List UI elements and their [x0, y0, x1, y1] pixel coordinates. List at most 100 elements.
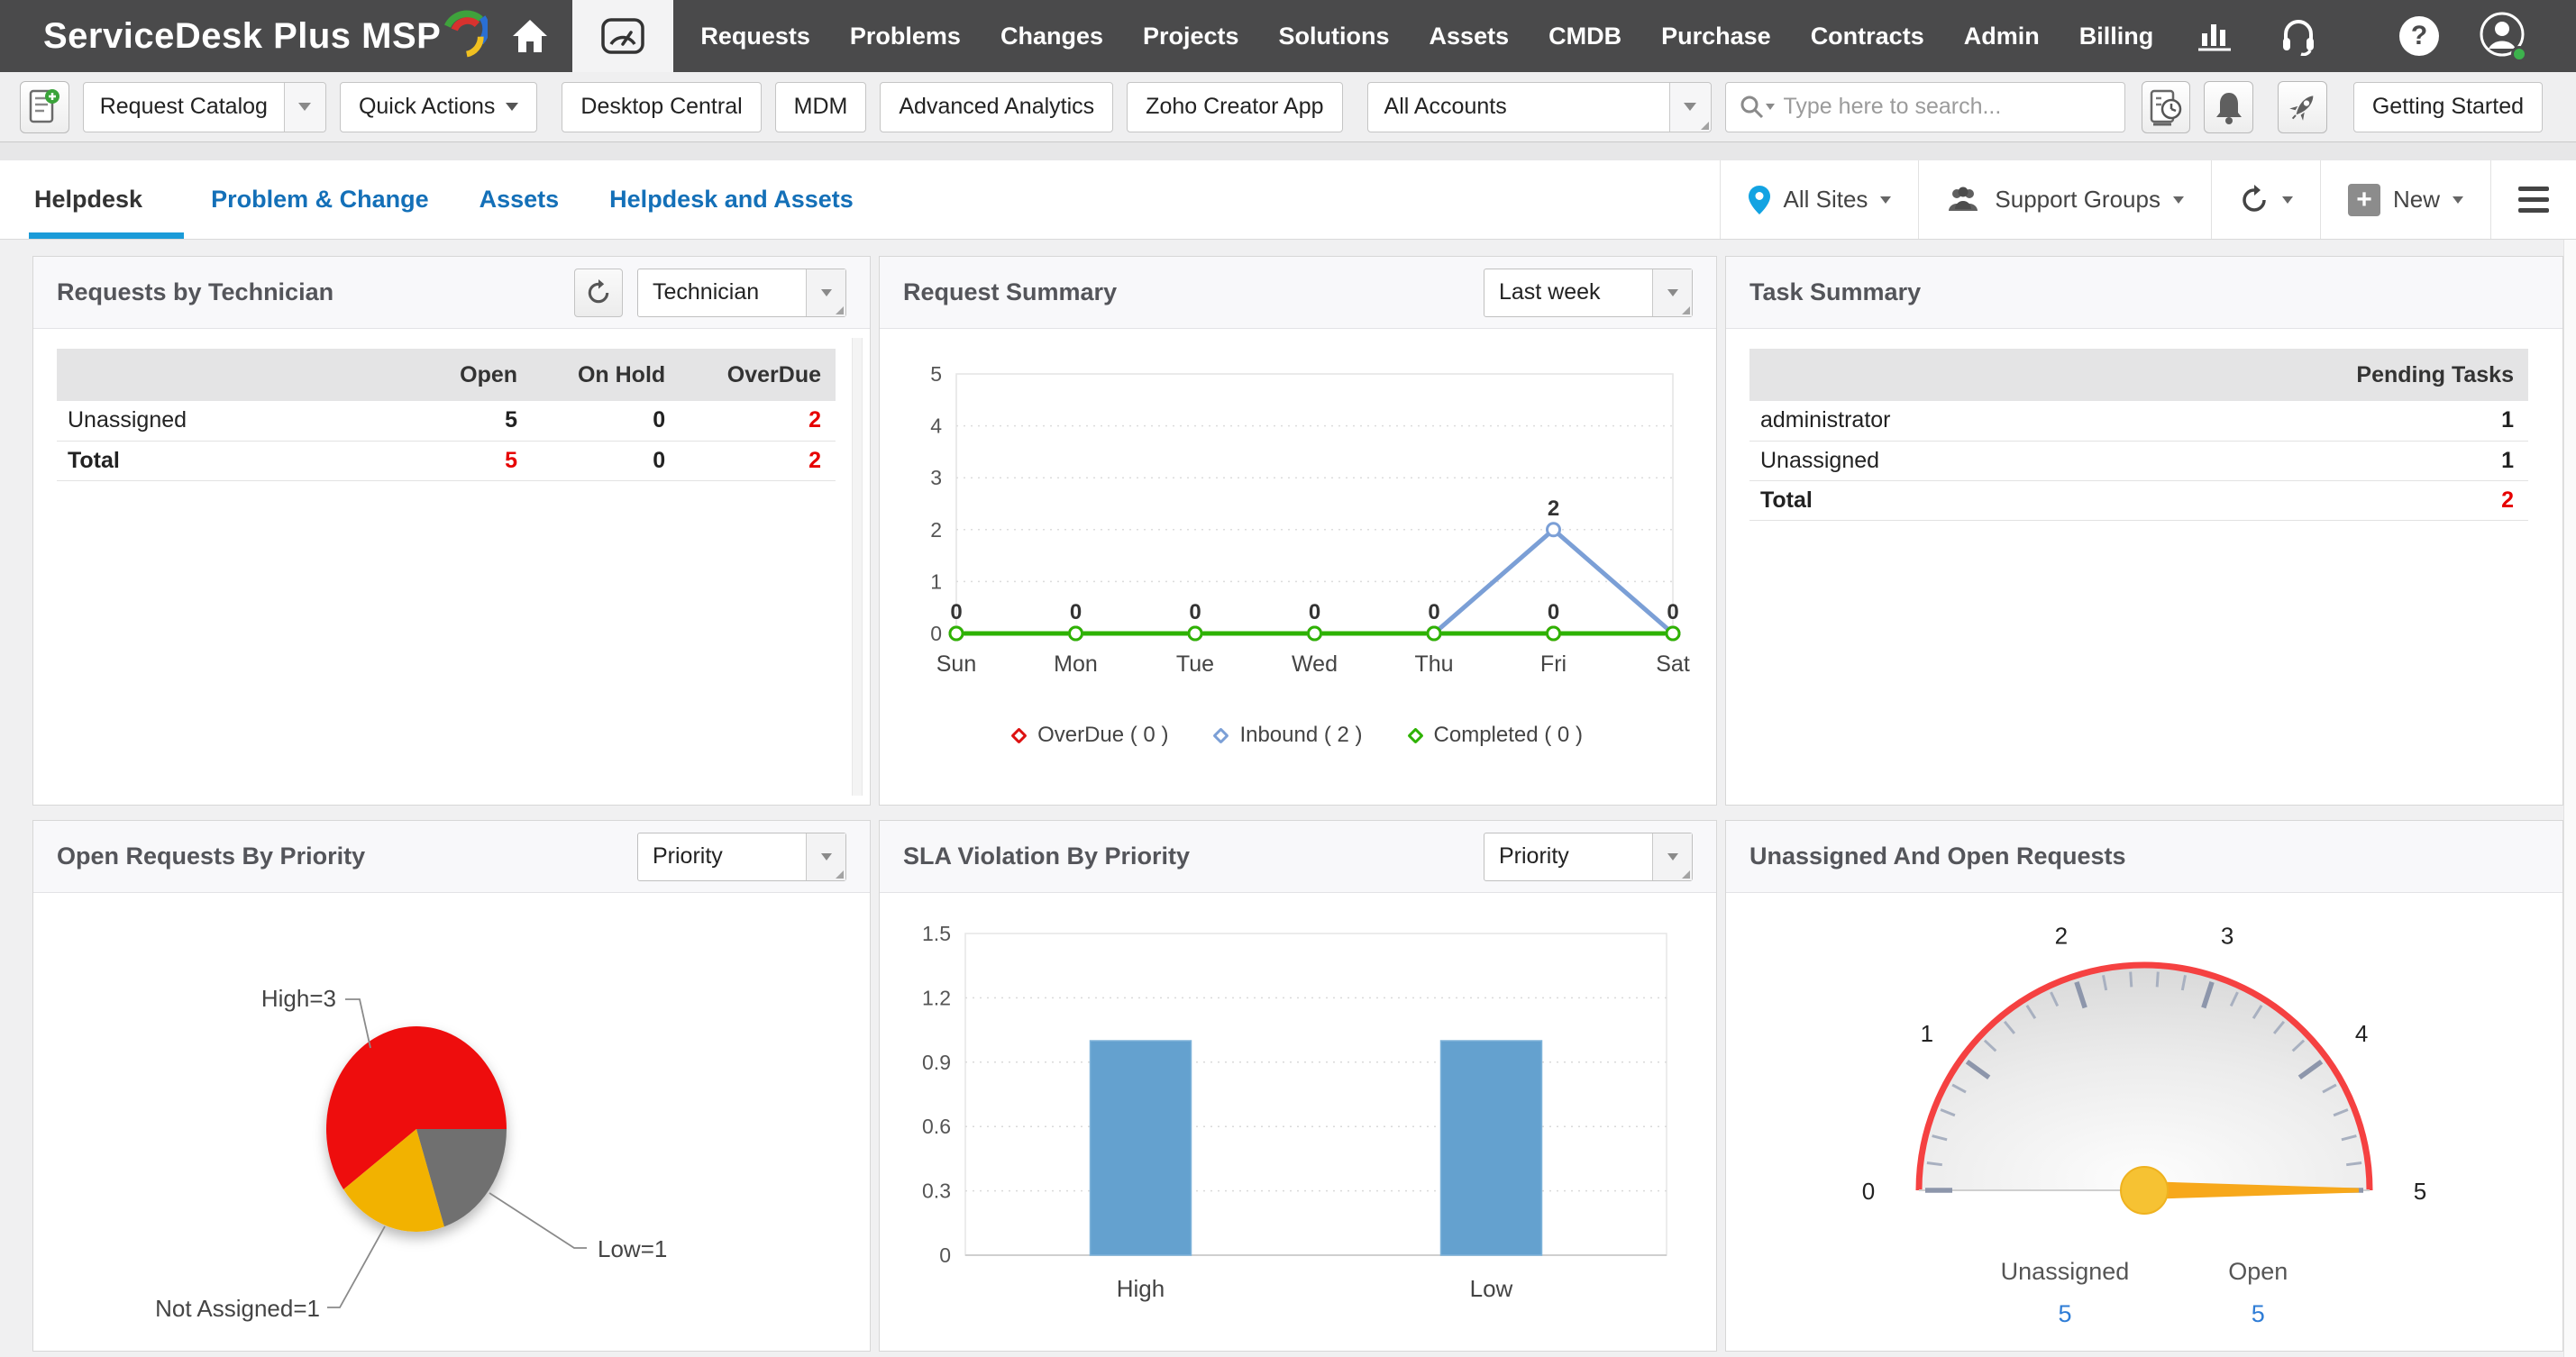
- card-header: Open Requests By Priority Priority: [33, 821, 870, 893]
- nav-item-purchase[interactable]: Purchase: [1661, 23, 1771, 50]
- nav-item-assets[interactable]: Assets: [1430, 23, 1510, 50]
- inbound-marker-icon: [1212, 726, 1230, 744]
- chevron-down-icon[interactable]: [806, 269, 845, 316]
- svg-text:Low=1: Low=1: [598, 1235, 667, 1262]
- svg-text:Tue: Tue: [1176, 651, 1214, 677]
- nav-item-billing[interactable]: Billing: [2079, 23, 2154, 50]
- mdm-button[interactable]: MDM: [774, 81, 867, 132]
- refresh-button[interactable]: [574, 268, 623, 317]
- unassigned-stat: Unassigned 5: [2000, 1258, 2130, 1328]
- advanced-analytics-button[interactable]: Advanced Analytics: [880, 81, 1114, 132]
- nav-item-changes[interactable]: Changes: [1000, 23, 1103, 50]
- dashboard-tab[interactable]: [572, 0, 674, 72]
- section-divider: [0, 142, 2576, 160]
- request-catalog-label: Request Catalog: [99, 94, 268, 119]
- period-select-value: Last week: [1499, 279, 1601, 305]
- table-row: administrator 1: [1749, 401, 2528, 442]
- location-pin-icon: [1748, 185, 1770, 214]
- chevron-down-icon[interactable]: [1652, 833, 1692, 880]
- support-groups-label: Support Groups: [1995, 186, 2160, 213]
- top-nav: ServiceDesk Plus MSP Requests Problems C…: [0, 0, 2576, 72]
- reports-button[interactable]: [2173, 0, 2256, 72]
- table-header-row: Pending Tasks: [1749, 349, 2528, 401]
- add-request-button[interactable]: [20, 80, 69, 133]
- svg-text:5: 5: [2414, 1178, 2426, 1205]
- nav-item-admin[interactable]: Admin: [1964, 23, 2040, 50]
- open-stat: Open 5: [2228, 1258, 2288, 1328]
- support-button[interactable]: [2256, 0, 2341, 72]
- task-clock-icon: [2150, 89, 2182, 125]
- overdue-marker-icon: [1010, 726, 1028, 744]
- nav-item-projects[interactable]: Projects: [1143, 23, 1239, 50]
- search-scope-chevron-icon[interactable]: [1765, 104, 1775, 110]
- tab-problem-change[interactable]: Problem & Change: [211, 160, 429, 239]
- svg-text:2: 2: [2055, 923, 2068, 950]
- toolbar: Request Catalog Quick Actions Desktop Ce…: [0, 72, 2576, 142]
- chevron-down-icon[interactable]: [806, 833, 845, 880]
- card-header: SLA Violation By Priority Priority: [880, 821, 1716, 893]
- legend-item-completed[interactable]: Completed ( 0 ): [1406, 723, 1583, 748]
- servicedesk-app: ServiceDesk Plus MSP Requests Problems C…: [0, 0, 2576, 1357]
- card-title: Requests by Technician: [57, 278, 334, 305]
- svg-text:Sat: Sat: [1656, 651, 1690, 677]
- open-count-link[interactable]: 5: [2228, 1300, 2288, 1328]
- svg-text:1: 1: [930, 569, 942, 593]
- sla-violation-bar-chart: 0 0.3 0.6 0.9 1.2 1.5 High Low: [922, 922, 1667, 1302]
- notifications-button[interactable]: [2204, 80, 2254, 133]
- dashboard-tabs: Helpdesk Problem & Change Assets Helpdes…: [0, 160, 904, 239]
- menu-button[interactable]: [2490, 160, 2576, 239]
- priority-select[interactable]: Priority: [637, 832, 846, 881]
- zoho-creator-app-button[interactable]: Zoho Creator App: [1127, 81, 1343, 132]
- svg-text:2: 2: [1548, 496, 1559, 521]
- refresh-icon: [2243, 184, 2266, 212]
- tab-helpdesk[interactable]: Helpdesk: [28, 160, 185, 239]
- card-header: Request Summary Last week: [880, 257, 1716, 329]
- accounts-select[interactable]: All Accounts: [1366, 81, 1712, 132]
- period-select[interactable]: Last week: [1484, 268, 1693, 317]
- search-icon[interactable]: [1739, 94, 1766, 121]
- nav-item-requests[interactable]: Requests: [700, 23, 810, 50]
- unassigned-count-link[interactable]: 5: [2001, 1300, 2130, 1328]
- priority-select[interactable]: Priority: [1484, 832, 1693, 881]
- app-logo[interactable]: ServiceDesk Plus MSP: [43, 10, 489, 58]
- desktop-central-button[interactable]: Desktop Central: [562, 81, 762, 132]
- headset-icon: [2283, 20, 2315, 56]
- getting-started-button[interactable]: Getting Started: [2352, 81, 2544, 132]
- svg-text:Sun: Sun: [936, 651, 976, 677]
- refresh-icon: [588, 278, 609, 303]
- timesheet-button[interactable]: [2141, 80, 2191, 133]
- tab-helpdesk-and-assets[interactable]: Helpdesk and Assets: [609, 160, 854, 239]
- tab-assets[interactable]: Assets: [480, 160, 560, 239]
- technician-select[interactable]: Technician: [637, 268, 846, 317]
- help-icon[interactable]: ?: [2399, 16, 2439, 56]
- whats-new-button[interactable]: [2278, 80, 2327, 133]
- quick-actions-button[interactable]: Quick Actions: [339, 81, 538, 132]
- request-catalog-dropdown[interactable]: Request Catalog: [82, 81, 326, 132]
- legend-item-inbound[interactable]: Inbound ( 2 ): [1212, 723, 1363, 748]
- nav-right-group: ?: [2399, 11, 2576, 62]
- user-menu[interactable]: [2479, 11, 2527, 62]
- nav-item-contracts[interactable]: Contracts: [1811, 23, 1924, 50]
- card-header: Task Summary: [1726, 257, 2562, 329]
- chevron-down-icon[interactable]: [283, 82, 325, 132]
- new-dropdown[interactable]: + New: [2319, 160, 2490, 239]
- nav-item-problems[interactable]: Problems: [850, 23, 961, 50]
- refresh-dropdown[interactable]: [2210, 160, 2320, 239]
- nav-item-cmdb[interactable]: CMDB: [1548, 23, 1621, 50]
- svg-text:0: 0: [950, 600, 962, 624]
- priority-select-value: Priority: [1499, 843, 1569, 869]
- chevron-down-icon[interactable]: [1652, 269, 1692, 316]
- requests-by-technician-table: Open On Hold OverDue Unassigned 5 0 2 To…: [57, 349, 836, 481]
- home-button[interactable]: [488, 0, 572, 72]
- search-input[interactable]: [1783, 94, 2112, 120]
- svg-text:4: 4: [2355, 1020, 2368, 1047]
- page-scrollbar[interactable]: [2563, 240, 2576, 1357]
- chevron-down-icon[interactable]: [1668, 82, 1711, 132]
- support-groups-icon: [1949, 187, 1978, 211]
- global-search: [1724, 81, 2125, 132]
- support-groups-dropdown[interactable]: Support Groups: [1918, 160, 2211, 239]
- all-sites-dropdown[interactable]: All Sites: [1719, 160, 1919, 239]
- card-scrollbar[interactable]: [852, 338, 863, 796]
- legend-item-overdue[interactable]: OverDue ( 0 ): [1010, 723, 1168, 748]
- nav-item-solutions[interactable]: Solutions: [1279, 23, 1390, 50]
